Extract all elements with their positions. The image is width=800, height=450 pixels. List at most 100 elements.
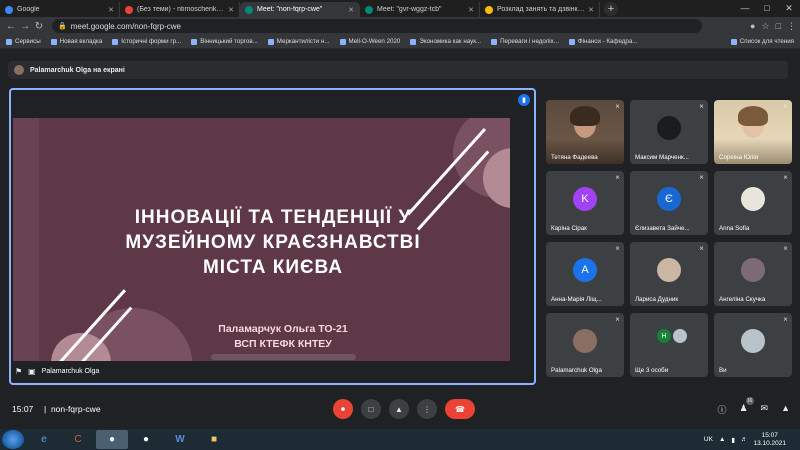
bookmark-icon xyxy=(112,38,119,45)
tab-favicon-icon xyxy=(485,5,493,14)
presentation-view[interactable]: ▮ ІННОВАЦІЇ ТА ТЕНДЕНЦІЇ У МУЗЕЙНОМУ КРА… xyxy=(9,88,536,385)
chat-icon[interactable]: ✉ xyxy=(761,403,769,416)
participant-tile[interactable]: ⨯ Ангеліна Скучка xyxy=(714,242,792,306)
tab-label: (Без теми) - ntimoschenkom@g xyxy=(137,6,225,13)
participant-name: Каріна Сірак xyxy=(551,225,587,232)
taskbar-chrome-icon[interactable]: ● xyxy=(96,430,128,449)
close-icon[interactable]: ✕ xyxy=(778,0,800,17)
bookmark-item[interactable]: Вінницький торгов... xyxy=(191,38,258,45)
meeting-code-text: non-fqrp-cwe xyxy=(50,404,101,414)
activities-icon[interactable]: ▲ xyxy=(781,403,790,416)
tab-label: Meet: "non-fqrp-cwe" xyxy=(257,6,323,13)
avatar-initial: А xyxy=(581,264,589,276)
mic-off-icon: ⨯ xyxy=(614,175,620,181)
camera-permission-icon[interactable]: ● xyxy=(750,21,755,32)
participant-tile[interactable]: ⨯ Тетяна Фадеева xyxy=(546,100,624,164)
url-field[interactable]: 🔒 meet.google.com/non-fqrp-cwe xyxy=(52,19,702,33)
present-now-icon[interactable]: ▲ xyxy=(389,399,409,419)
meeting-code: | non-fqrp-cwe xyxy=(44,404,101,414)
browser-tab[interactable]: Google ✕ xyxy=(0,2,120,17)
more-options-icon[interactable]: ⋮ xyxy=(417,399,437,419)
bookmark-item[interactable]: Mell-O-Ween 2020 xyxy=(339,38,400,45)
tab-label: Google xyxy=(17,6,40,13)
bookmark-item[interactable]: Меркантилісти н... xyxy=(267,38,330,45)
mic-off-icon: ⨯ xyxy=(782,175,788,181)
clock[interactable]: 15:07 13.10.2021 xyxy=(753,432,786,448)
browser-tab[interactable]: Розклад занять та дзвінків | "В✕ xyxy=(480,2,600,17)
presenting-banner: Palamarchuk Olga на екрані xyxy=(8,61,788,79)
avatar xyxy=(673,329,687,343)
avatar-initial: Н xyxy=(657,329,671,343)
language-indicator[interactable]: UK xyxy=(704,436,713,443)
participant-name: Ангеліна Скучка xyxy=(719,296,766,303)
slide-title-line: МУЗЕЙНОМУ КРАЄЗНАВСТВІ xyxy=(125,232,421,253)
participant-tile[interactable]: ⨯ Максим Марченк... xyxy=(630,100,708,164)
tab-favicon-icon xyxy=(365,5,373,14)
participant-tile[interactable]: ⨯ Palamarchuk Olga xyxy=(546,313,624,377)
participant-tile[interactable]: ⨯ Сореіна Юлія xyxy=(714,100,792,164)
tab-close-icon[interactable]: ✕ xyxy=(588,6,594,14)
maximize-icon[interactable]: □ xyxy=(756,0,778,17)
participant-tile[interactable]: ⨯ Ви xyxy=(714,313,792,377)
menu-icon[interactable]: ⋮ xyxy=(787,21,796,32)
minimize-icon[interactable]: — xyxy=(734,0,756,17)
taskbar-word-icon[interactable]: W xyxy=(164,430,196,449)
bookmark-item[interactable]: Історичні форми гр... xyxy=(112,38,181,45)
bookmark-item[interactable]: Экономика как наук... xyxy=(410,38,481,45)
volume-icon[interactable]: ♬ xyxy=(741,436,748,443)
star-icon[interactable]: ☆ xyxy=(761,21,769,32)
reading-list-label: Список для чтения xyxy=(739,38,794,45)
microphone-off-icon[interactable]: ⚫ xyxy=(333,399,353,419)
slide-author: Паламарчук Ольга ТО-21 ВСП КТЕФК КНТЕУ xyxy=(173,322,393,352)
tab-close-icon[interactable]: ✕ xyxy=(348,6,354,14)
reload-icon[interactable]: ↻ xyxy=(32,21,46,32)
bookmark-item[interactable]: Новая вкладка xyxy=(50,38,102,45)
bookmark-item[interactable]: Переваги і недоліх... xyxy=(491,38,559,45)
tray-arrow-icon[interactable]: ▲ xyxy=(719,436,725,443)
participant-tile[interactable]: Є ⨯ Єлизавета Зайче... xyxy=(630,171,708,235)
participant-tile[interactable]: А ⨯ Анна-Марія Ліщ... xyxy=(546,242,624,306)
bookmark-item[interactable]: Сервисы xyxy=(6,38,41,45)
system-tray: UK ▲ ▮ ♬ 15:07 13.10.2021 xyxy=(704,432,798,448)
bookmark-icon xyxy=(50,38,57,45)
taskbar-ie-icon[interactable]: e xyxy=(28,430,60,449)
participant-tile[interactable]: ⨯ Лариса Дудник xyxy=(630,242,708,306)
window-controls: — □ ✕ xyxy=(734,0,800,17)
end-call-icon[interactable]: ☎ xyxy=(445,399,475,419)
bookmark-item[interactable]: Фінанси - Кафедра... xyxy=(568,38,637,45)
browser-tab[interactable]: Meet: "non-fqrp-cwe" ✕ xyxy=(240,2,360,17)
present-screen-icon: ▣ xyxy=(28,366,36,376)
participant-tile[interactable]: ⨯ Anna Sofia xyxy=(714,171,792,235)
tab-label: Meet: "gvr-wggz-tcb" xyxy=(377,6,442,13)
tab-close-icon[interactable]: ✕ xyxy=(468,6,474,14)
participant-tile[interactable]: K ⨯ Каріна Сірак xyxy=(546,171,624,235)
mic-off-icon: ⨯ xyxy=(698,104,704,110)
browser-tab[interactable]: (Без теми) - ntimoschenkom@g✕ xyxy=(120,2,240,17)
extension-icon[interactable]: □ xyxy=(776,21,781,32)
back-icon[interactable]: ← xyxy=(4,21,18,32)
participant-hair xyxy=(738,106,768,126)
mic-off-icon: ⨯ xyxy=(614,104,620,110)
taskbar-chrome2-icon[interactable]: ● xyxy=(130,430,162,449)
mic-off-icon: ⨯ xyxy=(614,246,620,252)
taskbar-ccleaner-icon[interactable]: C xyxy=(62,430,94,449)
mic-off-icon: ⨯ xyxy=(614,317,620,323)
people-count: 16 xyxy=(745,396,754,405)
camera-icon[interactable]: □ xyxy=(361,399,381,419)
reading-list-icon xyxy=(730,38,737,45)
tab-close-icon[interactable]: ✕ xyxy=(108,6,114,14)
taskbar-explorer-icon[interactable]: ■ xyxy=(198,430,230,449)
browser-tab[interactable]: Meet: "gvr-wggz-tcb" ✕ xyxy=(360,2,480,17)
new-tab-button[interactable]: + xyxy=(604,2,618,16)
start-button[interactable] xyxy=(2,430,24,449)
shared-slide: ІННОВАЦІЇ ТА ТЕНДЕНЦІЇ У МУЗЕЙНОМУ КРАЄЗ… xyxy=(13,118,510,361)
participant-tile[interactable]: Н Ще 3 особи xyxy=(630,313,708,377)
forward-icon[interactable]: → xyxy=(18,21,32,32)
tab-close-icon[interactable]: ✕ xyxy=(228,6,234,14)
people-icon[interactable]: ♟ 16 xyxy=(739,396,754,416)
pin-icon[interactable]: ⚑ xyxy=(15,367,22,376)
reading-list-button[interactable]: Список для чтения xyxy=(730,38,794,45)
info-icon[interactable]: ⓘ xyxy=(717,403,726,416)
bookmark-icon xyxy=(339,38,346,45)
network-icon[interactable]: ▮ xyxy=(731,436,735,444)
